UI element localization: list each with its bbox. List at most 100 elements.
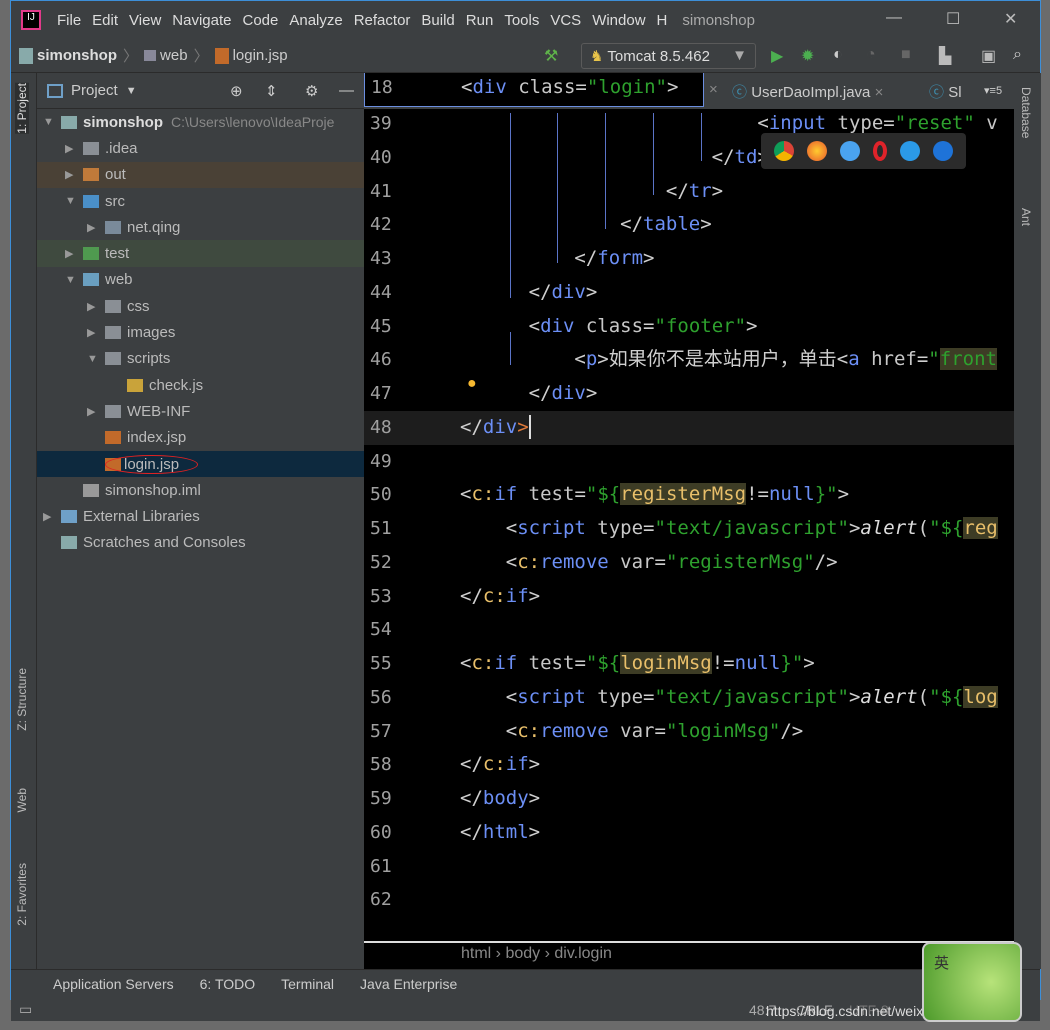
line-number[interactable]: 48	[370, 411, 392, 445]
line-number[interactable]: 61	[370, 850, 392, 884]
code-line[interactable]: 61	[364, 850, 1014, 884]
line-number[interactable]: 53	[370, 580, 392, 614]
collapse-all-icon[interactable]: ⇕	[265, 82, 278, 100]
tree-item[interactable]: ▼ simonshop C:\Users\lenovo\IdeaProje	[37, 109, 364, 135]
edge-icon[interactable]	[933, 141, 954, 161]
line-number[interactable]: 45	[370, 310, 392, 344]
locate-icon[interactable]: ⊕	[230, 82, 243, 100]
tree-item[interactable]: ▶ css	[37, 293, 364, 319]
tab-database[interactable]: Database	[1019, 87, 1033, 138]
tab-structure[interactable]: Z: Structure	[15, 668, 29, 731]
safari-icon[interactable]	[839, 141, 860, 161]
debug-icon[interactable]: ✹	[801, 46, 814, 66]
nav-folder[interactable]: web	[144, 47, 188, 64]
menu-edit[interactable]: Edit	[92, 12, 118, 29]
expanded-arrow-icon[interactable]: ▼	[43, 116, 57, 128]
code-line[interactable]: 43 </form>	[364, 242, 1014, 276]
menu-vcs[interactable]: VCS	[550, 12, 581, 29]
opera-icon[interactable]	[873, 141, 888, 161]
line-number[interactable]: 58	[370, 748, 392, 782]
line-number[interactable]: 52	[370, 546, 392, 580]
menu-navigate[interactable]: Navigate	[172, 12, 231, 29]
code-line[interactable]: 45 <div class="footer">	[364, 310, 1014, 344]
code-line[interactable]: 60 </html>	[364, 816, 1014, 850]
line-number[interactable]: 62	[370, 883, 392, 917]
tab-sl[interactable]: ⓒ Sl	[929, 81, 962, 102]
line-number[interactable]: 59	[370, 782, 392, 816]
menu-run[interactable]: Run	[466, 12, 494, 29]
chrome-icon[interactable]	[773, 141, 794, 161]
ime-widget[interactable]: 英	[922, 942, 1022, 1022]
collapsed-arrow-icon[interactable]: ▶	[87, 326, 101, 339]
nav-project[interactable]: simonshop	[19, 47, 117, 64]
crumb-div[interactable]: div.login	[554, 945, 612, 962]
tree-item[interactable]: simonshop.iml	[37, 477, 364, 503]
minimize-button[interactable]: —	[886, 9, 902, 27]
project-structure-icon[interactable]: ▙	[939, 46, 951, 66]
tab-ant[interactable]: Ant	[1019, 208, 1033, 226]
tree-item[interactable]: ▶ test	[37, 240, 364, 267]
run-icon[interactable]: ▶	[771, 46, 783, 66]
collapsed-arrow-icon[interactable]: ▶	[43, 510, 57, 523]
menu-build[interactable]: Build	[421, 12, 454, 29]
lightbulb-icon[interactable]: ●	[467, 375, 477, 393]
toggle-tool-windows-icon[interactable]: ▭	[19, 1001, 32, 1018]
menu-h[interactable]: H	[657, 12, 668, 29]
search-icon[interactable]: ⌕	[1013, 46, 1022, 64]
line-number[interactable]: 60	[370, 816, 392, 850]
ie-icon[interactable]	[900, 141, 921, 161]
tree-item[interactable]: ▶ External Libraries	[37, 503, 364, 529]
code-line[interactable]: 57 <c:remove var="loginMsg"/>	[364, 715, 1014, 749]
collapsed-arrow-icon[interactable]: ▶	[65, 142, 79, 155]
tree-item[interactable]: check.js	[37, 372, 364, 398]
expanded-arrow-icon[interactable]: ▼	[87, 353, 101, 365]
code-line[interactable]: 52 <c:remove var="registerMsg"/>	[364, 546, 1014, 580]
code-line[interactable]: 50 <c:if test="${registerMsg!=null}">	[364, 478, 1014, 512]
tab-project[interactable]: 1: Project	[15, 83, 29, 134]
line-number[interactable]: 40	[370, 141, 392, 175]
collapsed-arrow-icon[interactable]: ▶	[65, 168, 79, 181]
firefox-icon[interactable]	[806, 141, 827, 161]
line-number[interactable]: 41	[370, 175, 392, 209]
coverage-icon[interactable]: ◐	[833, 46, 843, 64]
tree-item[interactable]: ▼ scripts	[37, 346, 364, 372]
expanded-arrow-icon[interactable]: ▼	[65, 274, 79, 286]
tab-favorites[interactable]: 2: Favorites	[15, 863, 29, 926]
line-number[interactable]: 46	[370, 343, 392, 377]
code-line[interactable]: 59 </body>	[364, 782, 1014, 816]
close-tab-icon[interactable]: ×	[875, 84, 884, 101]
tool-todo[interactable]: 6: TODO	[200, 976, 256, 992]
collapsed-arrow-icon[interactable]: ▶	[65, 247, 79, 260]
build-hammer-icon[interactable]: ⚒	[544, 46, 558, 66]
line-number[interactable]: 47	[370, 377, 392, 411]
line-number[interactable]: 39	[370, 107, 392, 141]
tree-item[interactable]: ▼ src	[37, 188, 364, 214]
code-line[interactable]: 62	[364, 883, 1014, 917]
code-line[interactable]: 58 </c:if>	[364, 748, 1014, 782]
line-number[interactable]: 42	[370, 208, 392, 242]
stop-icon[interactable]: ■	[901, 46, 911, 64]
line-number[interactable]: 51	[370, 512, 392, 546]
project-view-select[interactable]: Project	[71, 82, 118, 99]
line-number[interactable]: 56	[370, 681, 392, 715]
code-line[interactable]: 46 <p>如果你不是本站用户，单击<a href="front	[364, 343, 1014, 377]
layout-icon[interactable]: ▣	[981, 46, 996, 66]
tree-item[interactable]: login.jsp	[37, 450, 364, 478]
line-number[interactable]: 44	[370, 276, 392, 310]
tool-terminal[interactable]: Terminal	[281, 976, 334, 992]
crumb-html[interactable]: html	[461, 945, 491, 962]
code-line[interactable]: 51 <script type="text/javascript">alert(…	[364, 512, 1014, 546]
code-line[interactable]: 44 </div>	[364, 276, 1014, 310]
menu-window[interactable]: Window	[592, 12, 645, 29]
code-line[interactable]: 42 </table>	[364, 208, 1014, 242]
code-line[interactable]: 48 </div>	[364, 410, 1014, 445]
tool-application-servers[interactable]: Application Servers	[53, 976, 174, 992]
tree-item[interactable]: ▶ out	[37, 161, 364, 188]
expanded-arrow-icon[interactable]: ▼	[65, 195, 79, 207]
tree-item[interactable]: ▶ images	[37, 319, 364, 345]
tree-item[interactable]: ▶ .idea	[37, 135, 364, 161]
line-number[interactable]: 54	[370, 613, 392, 647]
tab-web[interactable]: Web	[15, 788, 29, 812]
code-line[interactable]: 55 <c:if test="${loginMsg!=null}">	[364, 647, 1014, 681]
code-line[interactable]: 53 </c:if>	[364, 580, 1014, 614]
